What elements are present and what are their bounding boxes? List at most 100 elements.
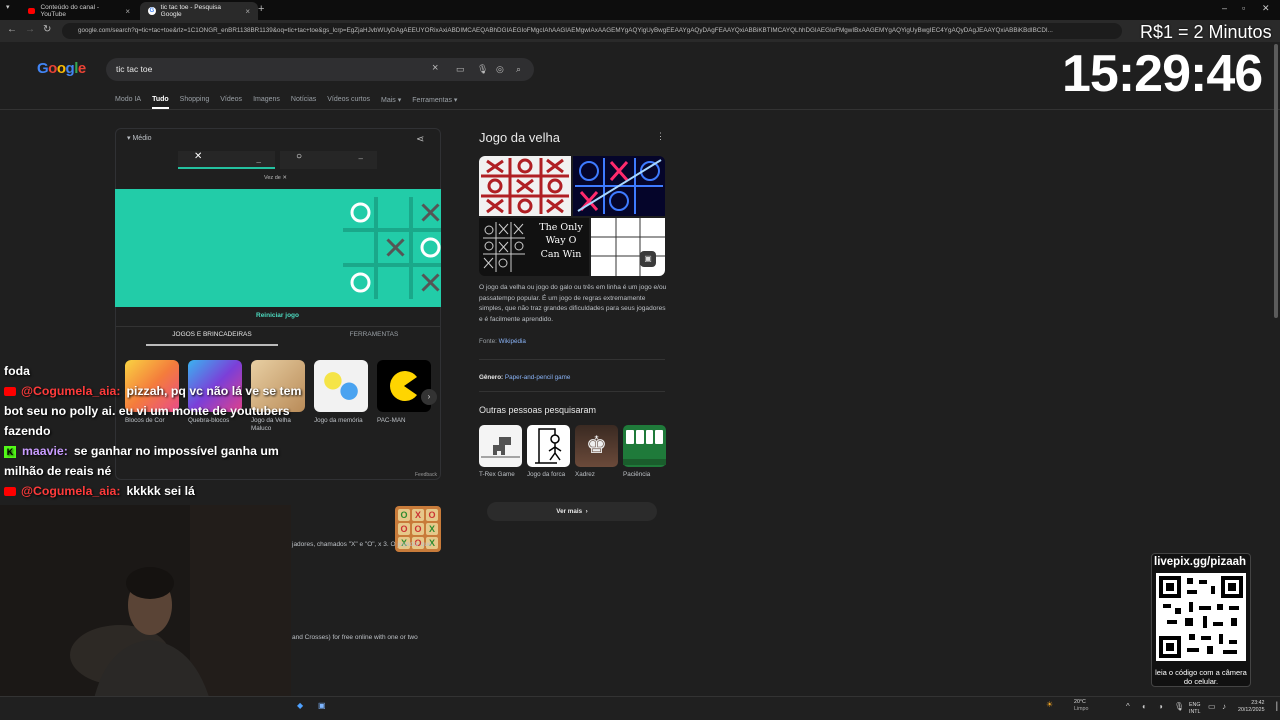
date: 20/12/2025: [1238, 706, 1265, 713]
keyboard-icon[interactable]: ▭: [456, 64, 465, 75]
tab-youtube[interactable]: Conteúdo do canal - YouTube ×: [20, 2, 138, 20]
clock-widget[interactable]: 23:42 20/12/2025: [1238, 700, 1265, 714]
chat-user: maavie:: [22, 444, 68, 458]
microphone-icon[interactable]: 🎙: [477, 64, 488, 75]
genre-label: Gênero:: [479, 374, 504, 381]
microphone-icon[interactable]: 🎙: [1174, 702, 1184, 711]
share-icon[interactable]: ⋖: [416, 134, 424, 145]
tab-modo-ia[interactable]: Modo IA: [115, 96, 141, 109]
tab-noticias[interactable]: Notícias: [291, 96, 316, 109]
image-neon-board[interactable]: [573, 156, 665, 216]
google-icon: G: [148, 7, 156, 15]
kick-icon: K: [4, 445, 16, 458]
more-options-icon[interactable]: ⋮: [656, 131, 665, 142]
google-logo[interactable]: Google: [37, 60, 86, 77]
tab-shopping[interactable]: Shopping: [180, 96, 210, 109]
scrollbar[interactable]: [1274, 44, 1278, 318]
timer-clock: 15:29:46: [1062, 45, 1263, 103]
empty-cell[interactable]: [378, 265, 413, 300]
qr-pattern: [1159, 576, 1243, 658]
difficulty-select[interactable]: ▾ Médio: [127, 134, 152, 142]
prize-text: R$1 = 2 Minutos: [1140, 22, 1272, 42]
webcam-scene: [0, 505, 291, 720]
back-icon[interactable]: ←: [7, 24, 17, 35]
tab-tudo[interactable]: Tudo: [152, 96, 169, 109]
score-value: –: [358, 154, 363, 163]
tab-ferramentas[interactable]: Ferramentas ▾: [412, 96, 457, 109]
lens-icon[interactable]: ◎: [496, 64, 504, 75]
weather-widget[interactable]: 20°C Limpo: [1060, 699, 1088, 713]
more-images-icon[interactable]: ▣: [640, 251, 656, 267]
empty-cell[interactable]: [343, 230, 378, 265]
chevron-right-icon[interactable]: ›: [421, 389, 437, 405]
lang-code: ENG: [1189, 702, 1201, 708]
restart-game-button[interactable]: Reiniciar jogo: [256, 312, 299, 319]
tray-app-icon[interactable]: ◐: [1142, 702, 1147, 711]
address-bar[interactable]: google.com/search?q=tic+tac+toe&rlz=1C1O…: [62, 23, 1122, 39]
tab-videos-curtos[interactable]: Vídeos curtos: [327, 96, 370, 109]
minimize-icon[interactable]: –: [1222, 3, 1227, 13]
see-more-button[interactable]: Ver mais ›: [487, 502, 657, 521]
divider: [116, 326, 440, 327]
image-white-board[interactable]: ▣: [591, 218, 665, 276]
cell: X: [426, 523, 438, 535]
forward-icon[interactable]: →: [25, 24, 35, 35]
tab-imagens[interactable]: Imagens: [253, 96, 280, 109]
also-label: Paciência: [623, 471, 651, 478]
volume-icon[interactable]: ♪: [1222, 702, 1226, 711]
tab-search-icon[interactable]: ▾: [6, 3, 10, 11]
also-searched-title: Outras pessoas pesquisaram: [479, 405, 597, 415]
app-icon[interactable]: ▣: [318, 701, 326, 710]
close-icon[interactable]: ×: [125, 7, 130, 16]
notification-icon[interactable]: ▕: [1271, 702, 1277, 711]
maximize-icon[interactable]: ▫: [1242, 3, 1245, 13]
network-icon[interactable]: ▭: [1208, 702, 1216, 711]
chat-overlay: foda @Cogumela_aia: pizzah, pq vc não lá …: [4, 361, 304, 501]
tab-ferramentas-games[interactable]: FERRAMENTAS: [308, 331, 440, 346]
steam-icon[interactable]: ◆: [297, 701, 303, 710]
source-link[interactable]: Wikipédia: [499, 338, 526, 345]
search-input[interactable]: tic tac toe: [106, 58, 534, 81]
source-label: Fonte:: [479, 338, 497, 345]
game-thumbnail: [377, 360, 431, 412]
search-tabs: Modo IA Tudo Shopping Vídeos Imagens Not…: [115, 96, 457, 109]
image-only-way[interactable]: The Only Way O Can Win: [479, 218, 589, 276]
x-mark: [421, 273, 440, 292]
also-item-xadrez[interactable]: ♚ Xadrez: [575, 425, 618, 479]
search-icon[interactable]: ⌕: [516, 64, 521, 75]
genre-line: Gênero: Paper-and-pencil game: [479, 374, 570, 381]
close-icon[interactable]: ×: [245, 7, 250, 16]
tab-videos[interactable]: Vídeos: [220, 96, 242, 109]
game-label: Jogo da memória: [314, 417, 363, 424]
pacman-icon: [390, 371, 417, 401]
tab-mais[interactable]: Mais ▾: [381, 96, 401, 109]
new-tab-button[interactable]: +: [258, 3, 264, 15]
genre-link[interactable]: Paper-and-pencil game: [505, 374, 570, 381]
score-value: _: [256, 154, 261, 163]
chat-message: Kmaavie: se ganhar no impossível ganha um…: [4, 441, 304, 481]
clear-icon[interactable]: ×: [432, 62, 438, 74]
lang-layout: INTL: [1189, 708, 1201, 715]
tab-google[interactable]: G tic tac toe - Pesquisa Google ×: [140, 2, 258, 20]
tray-app-icon[interactable]: ◑: [1158, 702, 1163, 711]
chess-icon: ♚: [575, 425, 618, 467]
chevron-up-icon[interactable]: ^: [1126, 702, 1130, 711]
tab-jogos[interactable]: JOGOS E BRINCADEIRAS: [146, 331, 278, 346]
tab-title: tic tac toe - Pesquisa Google: [160, 4, 222, 18]
divider: [479, 391, 665, 392]
language-indicator[interactable]: ENG INTL: [1189, 702, 1200, 716]
x-mark: ✕: [194, 151, 203, 162]
also-item-forca[interactable]: Jogo da forca: [527, 425, 570, 479]
game-card-memoria[interactable]: Jogo da memória: [314, 360, 368, 425]
chat-message: foda: [4, 361, 304, 381]
reload-icon[interactable]: ↻: [43, 24, 51, 35]
feedback-link[interactable]: Feedback: [415, 472, 437, 478]
weather-temp: 20°C: [1074, 699, 1086, 705]
difficulty-label: Médio: [132, 135, 152, 142]
tab-title: Conteúdo do canal - YouTube: [40, 4, 99, 18]
close-window-icon[interactable]: ✕: [1262, 3, 1270, 14]
also-item-paciencia[interactable]: Paciência: [623, 425, 666, 479]
empty-cell[interactable]: [378, 195, 413, 230]
also-item-trex[interactable]: T-Rex Game: [479, 425, 522, 479]
image-red-board[interactable]: [479, 156, 571, 216]
